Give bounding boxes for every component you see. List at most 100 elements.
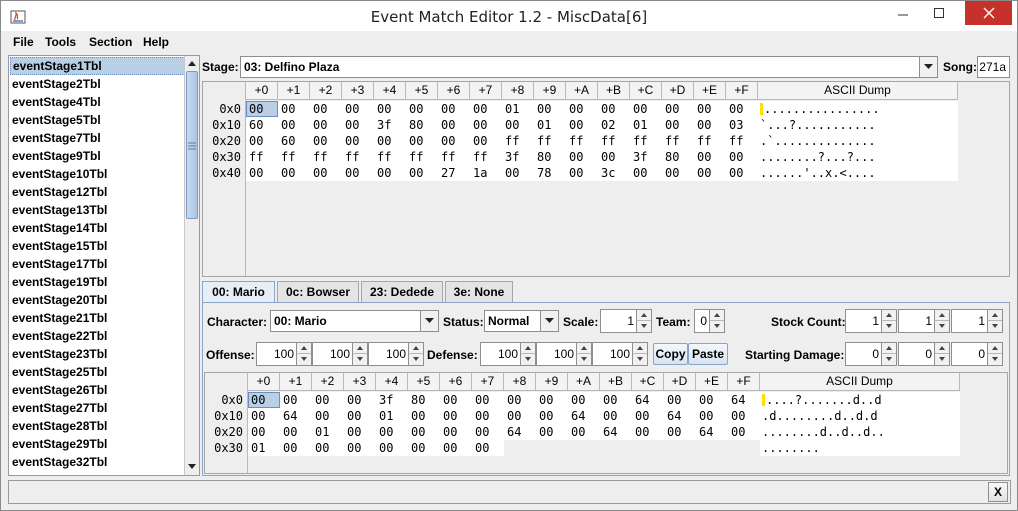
hex-byte-cell[interactable]: 00	[728, 424, 760, 440]
hex-byte-cell[interactable]: ff	[406, 149, 438, 165]
hex-byte-cell[interactable]: 01	[534, 117, 566, 133]
defense-spinner[interactable]: 100	[592, 342, 648, 366]
hex-byte-cell[interactable]: 1a	[470, 165, 502, 181]
hex-byte-cell[interactable]: 01	[502, 101, 534, 117]
offense-spinner[interactable]: 100	[312, 342, 368, 366]
hex-byte-cell[interactable]: 00	[408, 408, 440, 424]
hex-byte-cell[interactable]: 00	[472, 408, 504, 424]
spinner-down-arrow-icon[interactable]	[881, 354, 896, 365]
hex-byte-cell[interactable]: 00	[472, 440, 504, 456]
hex-byte-cell[interactable]: ff	[598, 133, 630, 149]
status-dropdown[interactable]: Normal	[484, 310, 559, 332]
hex-byte-cell[interactable]: 00	[726, 101, 758, 117]
hex-byte-cell[interactable]: 64	[664, 408, 696, 424]
hex-byte-cell[interactable]: 00	[534, 101, 566, 117]
hex-byte-cell[interactable]: 00	[310, 101, 342, 117]
minimize-button[interactable]	[887, 1, 919, 25]
defense-spinner[interactable]: 100	[480, 342, 536, 366]
hex-ascii-row[interactable]: ........	[760, 440, 960, 456]
hex-ascii-row[interactable]: `...?...........	[758, 117, 958, 133]
scale-up-arrow-icon[interactable]	[636, 310, 651, 321]
hex-byte-cell[interactable]: 00	[694, 149, 726, 165]
team-down-arrow-icon[interactable]	[709, 321, 724, 332]
hex-byte-cell[interactable]: 64	[504, 424, 536, 440]
hex-byte-cell[interactable]: ff	[342, 149, 374, 165]
hex-byte-cell[interactable]: 00	[470, 133, 502, 149]
hex-byte-cell[interactable]: 00	[694, 165, 726, 181]
hex-byte-cell[interactable]: 00	[632, 424, 664, 440]
character-dropdown-arrow-icon[interactable]	[420, 311, 438, 331]
hex-byte-cell[interactable]: 00	[406, 133, 438, 149]
defense-spinner[interactable]: 100	[536, 342, 592, 366]
hex-byte-cell[interactable]: 3c	[598, 165, 630, 181]
hex-byte-cell[interactable]: 00	[278, 117, 310, 133]
spinner-up-arrow-icon[interactable]	[408, 343, 423, 354]
hex-byte-cell[interactable]: ff	[534, 133, 566, 149]
hex-byte-cell[interactable]: 00	[536, 408, 568, 424]
hex-byte-cell[interactable]: 00	[598, 101, 630, 117]
hex-byte-cell[interactable]: 00	[440, 408, 472, 424]
hex-byte-cell[interactable]: 00	[248, 408, 280, 424]
hex-byte-cell[interactable]: 00	[280, 424, 312, 440]
stage-dropdown[interactable]: 03: Delfino Plaza	[240, 56, 938, 78]
hex-ascii-row[interactable]: ......'..x.<....	[758, 165, 958, 181]
hex-byte-cell[interactable]: 80	[406, 117, 438, 133]
scale-down-arrow-icon[interactable]	[636, 321, 651, 332]
hex-byte-cell[interactable]: 3f	[502, 149, 534, 165]
hex-byte-cell[interactable]: 00	[342, 165, 374, 181]
stage-list-item[interactable]: eventStage10Tbl	[10, 165, 185, 183]
scroll-up-button[interactable]	[185, 56, 199, 71]
hex-byte-cell[interactable]: 00	[598, 149, 630, 165]
hex-byte-cell[interactable]: ff	[310, 149, 342, 165]
hex-byte-cell[interactable]: 00	[566, 149, 598, 165]
stage-list-item[interactable]: eventStage32Tbl	[10, 453, 185, 471]
spinner-down-arrow-icon[interactable]	[408, 354, 423, 365]
hex-byte-cell[interactable]: 00	[280, 392, 312, 408]
hex-byte-cell[interactable]: 00	[246, 101, 278, 117]
menu-tools[interactable]: Tools	[45, 35, 76, 49]
hex-byte-cell[interactable]: 00	[310, 165, 342, 181]
menu-file[interactable]: File	[13, 35, 34, 49]
song-field[interactable]: 271a	[977, 56, 1010, 78]
hex-ascii-row[interactable]: ................	[758, 101, 958, 117]
stage-list-item[interactable]: eventStage1Tbl	[10, 57, 185, 75]
hex-byte-cell[interactable]: 00	[374, 165, 406, 181]
hex-byte-cell[interactable]: 00	[472, 392, 504, 408]
stage-list-item[interactable]: eventStage17Tbl	[10, 255, 185, 273]
stage-dropdown-arrow-icon[interactable]	[919, 57, 937, 77]
hex-byte-cell[interactable]: 00	[504, 408, 536, 424]
hex-byte-cell[interactable]: 00	[248, 424, 280, 440]
stage-list-item[interactable]: eventStage7Tbl	[10, 129, 185, 147]
hex-byte-cell[interactable]: 80	[408, 392, 440, 408]
hex-byte-cell[interactable]: 00	[248, 392, 280, 408]
stage-list-item[interactable]: eventStage14Tbl	[10, 219, 185, 237]
hex-byte-cell[interactable]: 00	[600, 408, 632, 424]
hex-byte-cell[interactable]: 00	[344, 440, 376, 456]
hex-byte-cell[interactable]: 3f	[630, 149, 662, 165]
hex-byte-cell[interactable]: 00	[376, 424, 408, 440]
hex-byte-cell[interactable]: 00	[568, 392, 600, 408]
hex-byte-cell[interactable]: 00	[694, 117, 726, 133]
status-dropdown-arrow-icon[interactable]	[540, 311, 558, 331]
hex-byte-cell[interactable]: ff	[438, 149, 470, 165]
menu-help[interactable]: Help	[143, 35, 169, 49]
hex-byte-cell[interactable]: 64	[600, 424, 632, 440]
hex-byte-cell[interactable]: 00	[632, 408, 664, 424]
hex-byte-cell[interactable]: 00	[630, 165, 662, 181]
stage-list-item[interactable]: eventStage29Tbl	[10, 435, 185, 453]
hex-byte-cell[interactable]: 00	[536, 424, 568, 440]
hex-byte-cell[interactable]: 27	[438, 165, 470, 181]
stage-list-item[interactable]: eventStage22Tbl	[10, 327, 185, 345]
spinner-down-arrow-icon[interactable]	[934, 354, 949, 365]
hex-byte-cell[interactable]: 00	[472, 424, 504, 440]
hex-byte-cell[interactable]: 00	[600, 392, 632, 408]
hex-byte-cell[interactable]: 64	[728, 392, 760, 408]
hex-byte-cell[interactable]: ff	[278, 149, 310, 165]
tab-character-1[interactable]: 0c: Bowser	[277, 281, 359, 302]
hex-ascii-row[interactable]: ........d..d..d..	[760, 424, 960, 440]
menu-section[interactable]: Section	[89, 35, 132, 49]
hex-byte-cell[interactable]: 00	[374, 133, 406, 149]
hex-byte-cell[interactable]: 00	[408, 440, 440, 456]
spinner-down-arrow-icon[interactable]	[296, 354, 311, 365]
hex-byte-cell[interactable]: 00	[536, 392, 568, 408]
